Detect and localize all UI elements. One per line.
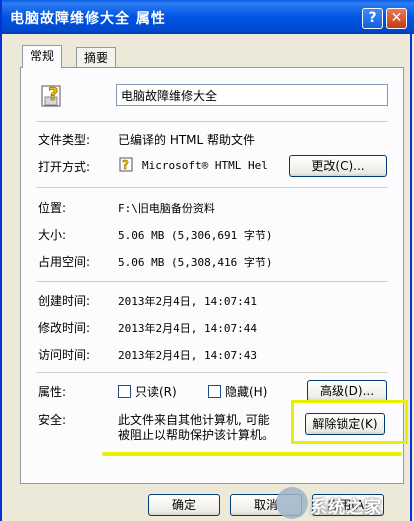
watermark: 系统之家 bbox=[276, 487, 414, 521]
opens-with-label: 打开方式: bbox=[38, 160, 91, 174]
watermark-text: 系统之家 bbox=[310, 498, 382, 518]
separator bbox=[36, 187, 388, 188]
readonly-label[interactable]: 只读(R) bbox=[135, 383, 177, 400]
size-on-disk-label: 占用空间: bbox=[38, 255, 91, 269]
readonly-checkbox[interactable] bbox=[118, 385, 131, 398]
title-bar[interactable]: 电脑故障维修大全 属性 ? ✕ bbox=[2, 0, 414, 34]
change-button[interactable]: 更改(C)... bbox=[289, 155, 387, 177]
modified-label: 修改时间: bbox=[38, 321, 91, 335]
accessed-value: 2013年2月4日, 14:07:43 bbox=[118, 349, 257, 362]
svg-text:?: ? bbox=[122, 158, 129, 172]
separator bbox=[36, 281, 388, 282]
hidden-label[interactable]: 隐藏(H) bbox=[225, 383, 267, 400]
svg-text:?: ? bbox=[48, 84, 58, 105]
opens-with-value: Microsoft® HTML Hel bbox=[142, 159, 268, 172]
created-label: 创建时间: bbox=[38, 294, 91, 308]
hidden-checkbox[interactable] bbox=[208, 385, 221, 398]
size-value: 5.06 MB (5,306,691 字节) bbox=[118, 229, 273, 242]
security-label: 安全: bbox=[38, 413, 67, 427]
html-help-icon: ? bbox=[119, 157, 133, 172]
file-type-value: 已编译的 HTML 帮助文件 bbox=[118, 133, 256, 147]
window-title: 电脑故障维修大全 属性 bbox=[10, 11, 166, 27]
file-name-field[interactable]: 电脑故障维修大全 bbox=[116, 84, 388, 106]
separator bbox=[36, 121, 388, 122]
close-button[interactable]: ✕ bbox=[386, 8, 407, 29]
created-value: 2013年2月4日, 14:07:41 bbox=[118, 295, 257, 308]
size-on-disk-value: 5.06 MB (5,308,416 字节) bbox=[118, 256, 273, 269]
security-text-line2: 被阻止以帮助保护该计算机。 bbox=[118, 428, 275, 442]
location-label: 位置: bbox=[38, 201, 67, 215]
help-file-icon: ? bbox=[41, 84, 61, 107]
tab-summary[interactable]: 摘要 bbox=[76, 47, 117, 67]
help-button[interactable]: ? bbox=[362, 8, 383, 29]
watermark-logo-icon bbox=[276, 487, 308, 519]
ok-button[interactable]: 确定 bbox=[148, 494, 220, 516]
attributes-label: 属性: bbox=[38, 385, 67, 399]
highlight-annotation bbox=[291, 400, 408, 444]
size-label: 大小: bbox=[38, 228, 67, 242]
file-type-label: 文件类型: bbox=[38, 133, 91, 147]
advanced-button[interactable]: 高级(D)... bbox=[307, 380, 387, 402]
separator bbox=[36, 372, 388, 373]
modified-value: 2013年2月4日, 14:07:44 bbox=[118, 322, 257, 335]
properties-dialog: 电脑故障维修大全 属性 ? ✕ 常规 摘要 ? 电脑故障维修大全 文件类型: 已… bbox=[0, 0, 414, 521]
tab-general[interactable]: 常规 bbox=[22, 45, 63, 68]
highlight-underline bbox=[102, 452, 402, 456]
accessed-label: 访问时间: bbox=[38, 348, 91, 362]
location-value: F:\旧电脑备份资料 bbox=[118, 202, 215, 215]
